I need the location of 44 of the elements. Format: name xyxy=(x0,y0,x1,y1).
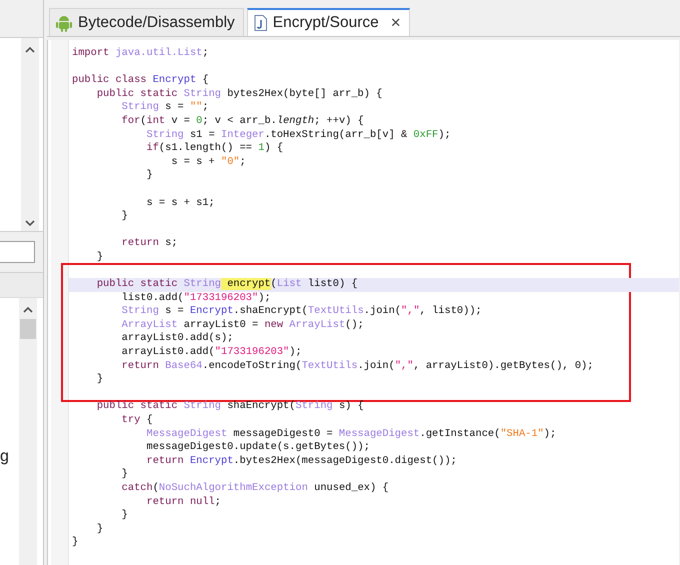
code-line: } xyxy=(96,522,104,536)
code-line: } xyxy=(71,536,80,550)
editor-tab[interactable]: Bytecode/Disassembly xyxy=(49,8,244,36)
code-line: if(s1.length() == 1) { xyxy=(145,142,284,156)
code-line: String s = Encrypt.shaEncrypt(TextUtils.join(",", list0)); xyxy=(120,305,483,319)
scroll-up-icon[interactable] xyxy=(23,306,33,313)
scrollbar[interactable] xyxy=(19,298,37,565)
java-file-icon xyxy=(254,15,267,31)
code-line: } xyxy=(120,509,129,523)
code-line: String s1 = Integer.toHexString(arr_b[v] & 0xFF); xyxy=(145,128,452,142)
editor-tab[interactable]: Encrypt/Source × xyxy=(246,8,410,36)
code-line: } xyxy=(96,250,104,264)
code-line: String s = ""; xyxy=(120,101,210,115)
scrollbar[interactable] xyxy=(21,38,39,231)
scroll-thumb[interactable] xyxy=(20,319,36,339)
code-line: public class Encrypt { xyxy=(71,74,210,88)
android-icon xyxy=(56,14,72,32)
close-icon[interactable]: × xyxy=(390,13,401,33)
code-line: public static String bytes2Hex(byte[] arr_b) { xyxy=(96,88,384,102)
code-line: return s; xyxy=(120,237,179,251)
code-line: } xyxy=(120,468,129,482)
code-line: } xyxy=(145,169,154,183)
code-line: ArrayList arrayList0 = new ArrayList(); xyxy=(120,318,365,332)
code-line: for(int v = 0; v < arr_b.length; ++v) { xyxy=(120,114,365,129)
code-line: messageDigest0.update(s.getBytes()); xyxy=(145,441,371,455)
code-line: import java.util.List; xyxy=(71,47,210,61)
cut-text: g xyxy=(0,448,9,466)
code-line: return null; xyxy=(145,496,222,510)
code-line: return Base64.encodeToString(TextUtils.join(",", arrayList0).getBytes(), 0); xyxy=(120,360,594,374)
code-line: catch(NoSuchAlgorithmException unused_ex) { xyxy=(120,482,390,496)
code-line: } xyxy=(120,210,129,224)
code-line: MessageDigest messageDigest0 = MessageDigest.getInstance("SHA-1"); xyxy=(145,428,558,442)
scroll-up-icon[interactable] xyxy=(25,46,35,53)
code-line: s = s + "0"; xyxy=(170,156,247,170)
code-line: return Encrypt.bytes2Hex(messageDigest0.digest()); xyxy=(145,454,458,468)
code-line: try { xyxy=(120,414,154,428)
code-line: public static String shaEncrypt(String s) { xyxy=(96,400,365,414)
scroll-down-icon[interactable] xyxy=(25,220,35,227)
code-line: arrayList0.add(s); xyxy=(120,332,234,346)
input-field[interactable] xyxy=(0,241,35,263)
code-line: s = s + s1; xyxy=(145,196,216,210)
code-line: list0.add("1733196203"); xyxy=(120,292,272,306)
code-line: } xyxy=(96,373,104,387)
code-line: arrayList0.add("1733196203"); xyxy=(120,346,303,360)
